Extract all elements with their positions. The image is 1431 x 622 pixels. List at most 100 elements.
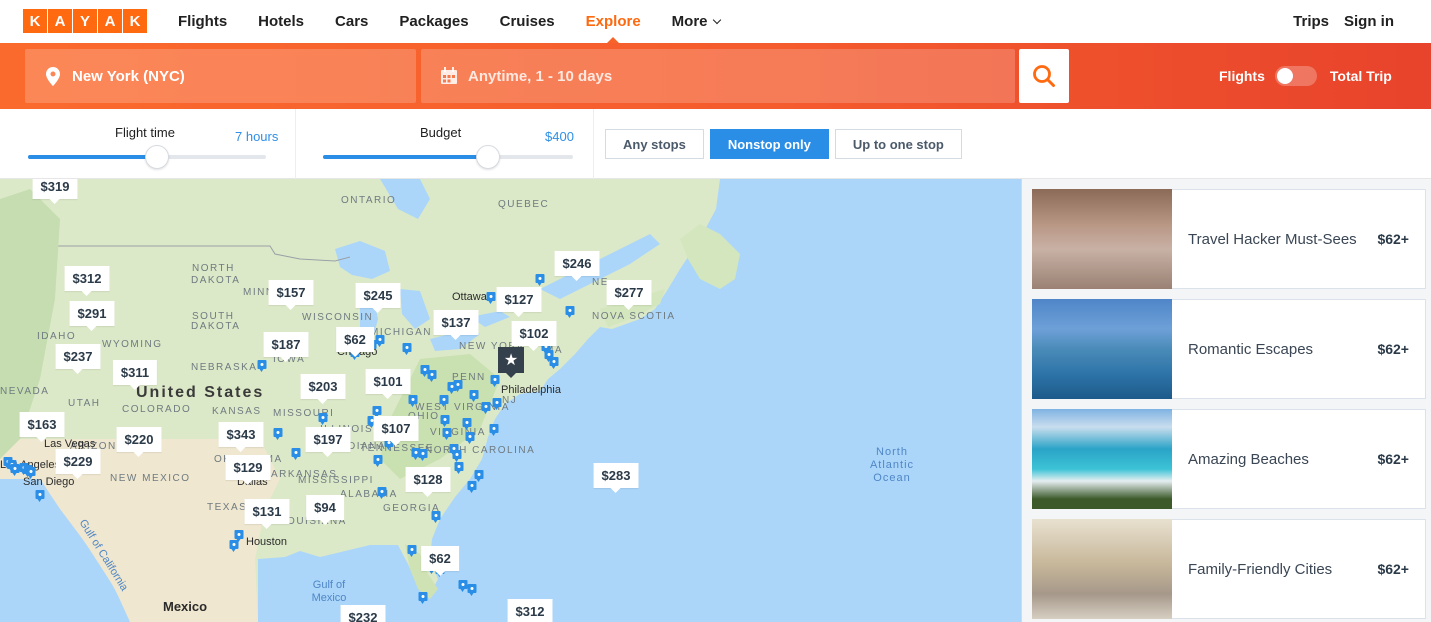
- trips-link[interactable]: Trips: [1293, 13, 1329, 30]
- destination-pin[interactable]: [458, 580, 468, 592]
- price-bubble[interactable]: $131: [244, 499, 290, 524]
- destination-pin[interactable]: [291, 448, 301, 460]
- price-mode-switch[interactable]: [1274, 66, 1317, 86]
- destination-pin[interactable]: [318, 413, 328, 425]
- budget-slider-handle[interactable]: [476, 145, 500, 169]
- price-bubble[interactable]: $129: [225, 455, 271, 480]
- price-bubble[interactable]: $343: [218, 422, 264, 447]
- nav-flights[interactable]: Flights: [178, 13, 227, 30]
- destination-pin[interactable]: [481, 402, 491, 414]
- destination-pin[interactable]: [35, 490, 45, 502]
- destination-pin[interactable]: [408, 395, 418, 407]
- price-bubble[interactable]: $319: [32, 179, 78, 199]
- destination-pin[interactable]: [273, 428, 283, 440]
- flight-time-slider-handle[interactable]: [144, 145, 169, 169]
- destination-pin[interactable]: [411, 448, 421, 460]
- nav-more[interactable]: More: [672, 13, 721, 30]
- price-bubble[interactable]: $283: [593, 463, 639, 488]
- price-bubble[interactable]: $203: [300, 374, 346, 399]
- destination-pin[interactable]: [372, 406, 382, 418]
- price-bubble[interactable]: $312: [507, 599, 553, 622]
- price-bubble[interactable]: $220: [116, 427, 162, 452]
- price-bubble[interactable]: $101: [365, 369, 411, 394]
- kayak-logo[interactable]: K A Y A K: [23, 9, 147, 33]
- toggle-label-flights[interactable]: Flights: [1219, 68, 1265, 84]
- price-bubble[interactable]: $94: [306, 495, 344, 520]
- destination-pin[interactable]: [469, 390, 479, 402]
- budget-slider[interactable]: [323, 145, 573, 169]
- destination-pin[interactable]: [373, 455, 383, 467]
- toggle-label-total-trip[interactable]: Total Trip: [1330, 68, 1392, 84]
- nav-packages[interactable]: Packages: [399, 13, 468, 30]
- destination-pin[interactable]: [454, 462, 464, 474]
- flight-time-slider[interactable]: [28, 145, 266, 169]
- destination-pin[interactable]: [474, 470, 484, 482]
- origin-star-marker[interactable]: ★: [498, 347, 524, 378]
- destination-pin[interactable]: [452, 450, 462, 462]
- any-stops-button[interactable]: Any stops: [605, 129, 704, 159]
- destination-pin[interactable]: [229, 540, 239, 552]
- price-bubble[interactable]: $232: [340, 605, 386, 622]
- destination-pin[interactable]: [234, 530, 244, 542]
- price-bubble[interactable]: $62: [421, 546, 459, 571]
- destination-pin[interactable]: [467, 481, 477, 493]
- destination-pin[interactable]: [440, 415, 450, 427]
- price-bubble[interactable]: $187: [263, 332, 309, 357]
- up-to-one-stop-button[interactable]: Up to one stop: [834, 129, 962, 159]
- destination-pin[interactable]: [375, 335, 385, 347]
- price-bubble[interactable]: $229: [55, 449, 101, 474]
- nav-cruises[interactable]: Cruises: [500, 13, 555, 30]
- search-button[interactable]: [1019, 49, 1069, 103]
- price-bubble[interactable]: $237: [55, 344, 101, 369]
- destination-pin[interactable]: [465, 432, 475, 444]
- nav-cars[interactable]: Cars: [335, 13, 368, 30]
- destination-pin[interactable]: [467, 584, 477, 596]
- nav-explore[interactable]: Explore: [586, 13, 641, 30]
- nav-hotels[interactable]: Hotels: [258, 13, 304, 30]
- explore-map[interactable]: ONTARIO QUEBEC NORTH DAKOTA SOUTH DAKOTA…: [0, 179, 1021, 622]
- destination-pin[interactable]: [492, 398, 502, 410]
- price-bubble[interactable]: $312: [64, 266, 110, 291]
- collection-card-beaches[interactable]: Amazing Beaches $62+: [1032, 409, 1426, 509]
- destination-pin[interactable]: [407, 545, 417, 557]
- destination-pin[interactable]: [418, 592, 428, 604]
- destination-pin[interactable]: [427, 370, 437, 382]
- destination-pin[interactable]: [565, 306, 575, 318]
- origin-input[interactable]: New York (NYC): [25, 49, 416, 103]
- price-bubble[interactable]: $277: [606, 280, 652, 305]
- destination-pin[interactable]: [486, 292, 496, 304]
- destination-pin[interactable]: [453, 380, 463, 392]
- destination-pin[interactable]: [489, 424, 499, 436]
- destination-pin[interactable]: [549, 357, 559, 369]
- destination-pin[interactable]: [442, 428, 452, 440]
- destination-pin[interactable]: [462, 418, 472, 430]
- price-bubble[interactable]: $157: [268, 280, 314, 305]
- destination-pin[interactable]: [490, 375, 500, 387]
- collection-card-family[interactable]: Family-Friendly Cities $62+: [1032, 519, 1426, 619]
- destination-pin[interactable]: [257, 360, 267, 372]
- destination-pin[interactable]: [10, 464, 20, 476]
- destination-pin[interactable]: [439, 395, 449, 407]
- nonstop-only-button[interactable]: Nonstop only: [709, 129, 829, 159]
- destination-pin[interactable]: [402, 343, 412, 355]
- price-bubble[interactable]: $163: [19, 412, 65, 437]
- price-bubble[interactable]: $291: [69, 301, 115, 326]
- price-bubble[interactable]: $107: [373, 416, 419, 441]
- destination-pin[interactable]: [26, 467, 36, 479]
- price-bubble[interactable]: $102: [511, 321, 557, 346]
- dates-input[interactable]: Anytime, 1 - 10 days: [421, 49, 1015, 103]
- price-bubble[interactable]: $127: [496, 287, 542, 312]
- destination-pin[interactable]: [431, 511, 441, 523]
- price-bubble[interactable]: $245: [355, 283, 401, 308]
- destination-pin[interactable]: [535, 274, 545, 286]
- price-bubble[interactable]: $128: [405, 467, 451, 492]
- collection-card-travel-hacker[interactable]: Travel Hacker Must-Sees $62+: [1032, 189, 1426, 289]
- price-bubble[interactable]: $137: [433, 310, 479, 335]
- price-bubble[interactable]: $62: [336, 327, 374, 352]
- price-bubble[interactable]: $197: [305, 427, 351, 452]
- price-bubble[interactable]: $311: [112, 360, 158, 385]
- sign-in-link[interactable]: Sign in: [1344, 13, 1394, 30]
- price-bubble[interactable]: $246: [554, 251, 600, 276]
- destination-pin[interactable]: [377, 487, 387, 499]
- collection-card-romantic[interactable]: Romantic Escapes $62+: [1032, 299, 1426, 399]
